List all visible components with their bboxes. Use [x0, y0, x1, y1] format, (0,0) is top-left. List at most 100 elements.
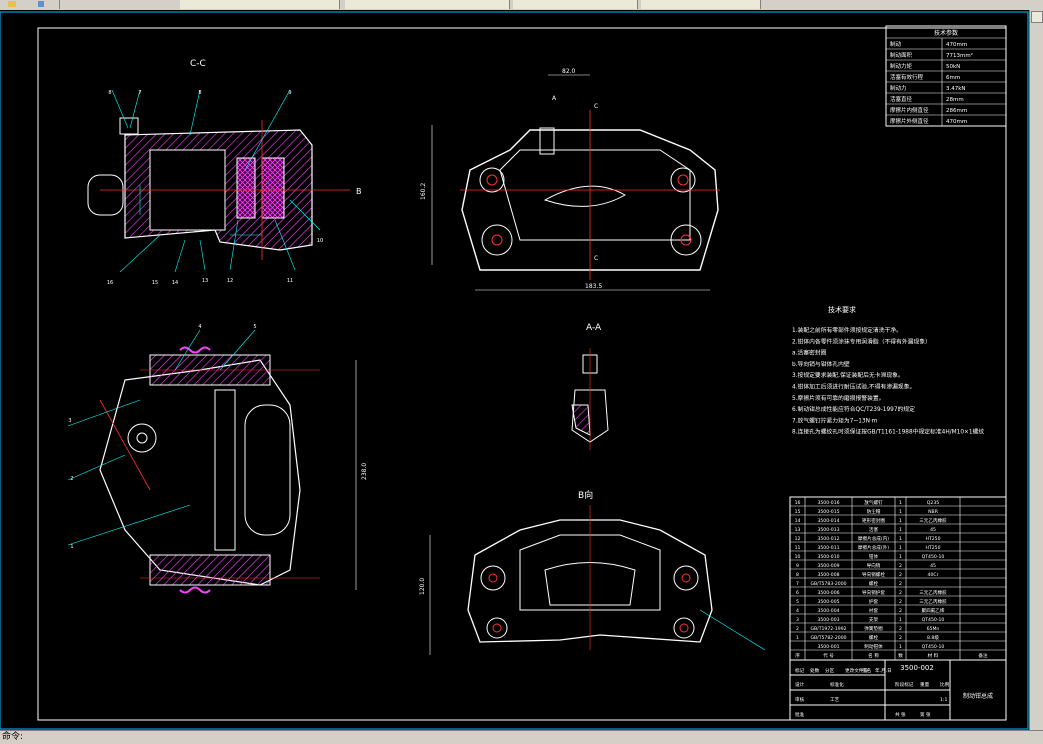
- tech-requirement-item: 7.放气螺钉拧紧力矩为7~13N·m: [792, 416, 878, 424]
- title-block-cell: 重量: [920, 681, 930, 688]
- parts-cell: 2: [899, 599, 902, 605]
- tech-requirement-item: 8.连接孔为螺纹孔时须保证按GB/T1161-1988中规定标准4H/M10×1…: [792, 428, 984, 436]
- dimension-height: 160.2: [420, 183, 427, 200]
- title-block-cell: 年.月.日: [875, 667, 892, 674]
- title-block-cell: 共 张: [895, 711, 906, 718]
- parts-cell: 3500-006: [817, 590, 839, 596]
- spec-row-label: 制动力: [890, 84, 907, 92]
- parts-cell: 2: [899, 563, 902, 569]
- drawing-number: 3500-002: [900, 664, 934, 672]
- title-block-cell: 标准化: [830, 681, 844, 688]
- spec-row-value: 50kN: [946, 64, 960, 70]
- spec-row-value: 7713mm²: [946, 52, 973, 59]
- parts-cell: Q235: [927, 500, 939, 506]
- spec-row-label: 活塞直径: [890, 95, 913, 103]
- parts-cell: 45: [930, 527, 936, 533]
- document-tab[interactable]: [641, 0, 761, 9]
- parts-cell: 65Mn: [927, 626, 940, 632]
- view-b: B向 120.0: [419, 489, 766, 655]
- parts-header-cell: 序: [795, 652, 800, 659]
- parts-cell: 4: [796, 608, 799, 614]
- document-tab[interactable]: [345, 0, 510, 9]
- toolbar-icons[interactable]: [0, 0, 60, 9]
- section-aa-label: A-A: [586, 323, 602, 333]
- document-tab[interactable]: [513, 0, 638, 9]
- command-prompt: 命令:: [2, 732, 24, 742]
- document-tab[interactable]: [180, 0, 340, 9]
- part-balloon: 10: [317, 238, 323, 244]
- parts-cell: 2: [796, 626, 799, 632]
- spec-table-title: 技术参数: [934, 29, 958, 37]
- parts-cell: 1: [899, 545, 902, 551]
- parts-cell: 13: [795, 527, 801, 533]
- part-balloon: 11: [287, 278, 293, 284]
- parts-cell: 活塞: [869, 526, 879, 533]
- spec-row-label: 制动力矩: [890, 62, 913, 70]
- parts-cell: 15: [795, 509, 801, 515]
- view-b-title: B向: [578, 489, 593, 501]
- title-block: 3500-002 制动钳总成 标记 处数 分区 更改文件号签名 年.月.日设计 标准化审核…: [789, 659, 1007, 721]
- parts-cell: HT250: [925, 545, 940, 551]
- parts-cell: 钳体: [869, 553, 879, 560]
- spec-row-value: 3.47kN: [946, 86, 966, 92]
- tech-requirement-item: 1.装配之前所有零部件须按规定清洗干净。: [792, 326, 902, 334]
- folder-icon[interactable]: [8, 1, 16, 7]
- tech-requirement-item: a.活塞密封圈: [792, 349, 827, 357]
- part-balloon: 9: [288, 90, 291, 96]
- parts-cell: GB/T5783-2000: [810, 581, 846, 587]
- tech-requirement-item: 3.按规定要求装配,保证装配后无卡滞现象。: [792, 371, 904, 379]
- parts-cell: 3500-008: [817, 572, 839, 578]
- parts-cell: 矩形密封圈: [862, 517, 885, 524]
- parts-cell: 7: [796, 581, 799, 587]
- vertical-scrollbar[interactable]: [1029, 10, 1043, 730]
- parts-cell: 摩擦片总成(内): [858, 535, 889, 542]
- parts-cell: QT450-10: [922, 554, 945, 560]
- scroll-up-icon[interactable]: [1031, 11, 1043, 23]
- parts-cell: 3500-004: [817, 608, 839, 614]
- parts-cell: 弹簧垫圈: [864, 625, 883, 632]
- cad-drawing[interactable]: C-C B 8 7 8 910111213141516 160.2 183.5 …: [0, 10, 1029, 730]
- title-block-cell: 处数: [810, 667, 820, 674]
- part-balloon: 4: [198, 324, 201, 330]
- part-balloon: 7: [138, 90, 141, 96]
- parts-cell: 防尘帽: [867, 508, 881, 515]
- parts-cell: 3500-012: [817, 536, 839, 542]
- parts-cell: 1: [796, 635, 799, 641]
- parts-cell: 12: [795, 536, 801, 542]
- title-block-cell: 阶段标记: [895, 681, 914, 688]
- parts-cell: QT450-10: [922, 617, 945, 623]
- part-balloon: 5: [253, 324, 256, 330]
- parts-cell: 导向销螺栓: [862, 571, 885, 578]
- parts-cell: 摩擦片总成(外): [858, 544, 889, 551]
- parts-cell: 3500-001: [817, 644, 839, 650]
- parts-cell: 1: [899, 509, 902, 515]
- parts-cell: 11: [795, 545, 801, 551]
- parts-cell: 3500-011: [817, 545, 839, 551]
- command-line[interactable]: 命令:: [0, 730, 1043, 744]
- part-balloon: 8: [198, 90, 201, 96]
- parts-cell: QT450-10: [922, 644, 945, 650]
- tech-requirement-item: 4.钳体加工后须进行耐压试验,不得有渗漏现象。: [792, 383, 915, 391]
- parts-cell: 3: [796, 617, 799, 623]
- drawing-canvas[interactable]: C-C B 8 7 8 9 10 11 12 13 14 15 16 160.2…: [0, 10, 1029, 730]
- cube-icon[interactable]: [38, 1, 45, 7]
- title-block-cell: 第 张: [920, 711, 931, 718]
- part-balloon: 15: [152, 280, 158, 286]
- part-balloon: 16: [107, 280, 113, 286]
- parts-cell: 45: [930, 563, 936, 569]
- parts-cell: 三元乙丙橡胶: [919, 517, 947, 524]
- parts-cell: 2: [899, 572, 902, 578]
- title-block-cell: 设计: [795, 681, 805, 688]
- parts-cell: 三元乙丙橡胶: [919, 589, 947, 596]
- parts-cell: 1: [899, 527, 902, 533]
- parts-header-cell: 名 称: [868, 652, 879, 659]
- parts-cell: 支架: [869, 616, 879, 623]
- part-balloon: 2: [70, 476, 73, 482]
- parts-cell: 3500-016: [817, 500, 839, 506]
- section-cc-label: C-C: [190, 59, 206, 69]
- parts-cell: 2: [899, 635, 902, 641]
- part-balloon: 12: [227, 278, 233, 284]
- dimension-b-height: 120.0: [419, 578, 426, 595]
- parts-cell: 6: [796, 590, 799, 596]
- parts-cell: 1: [899, 617, 902, 623]
